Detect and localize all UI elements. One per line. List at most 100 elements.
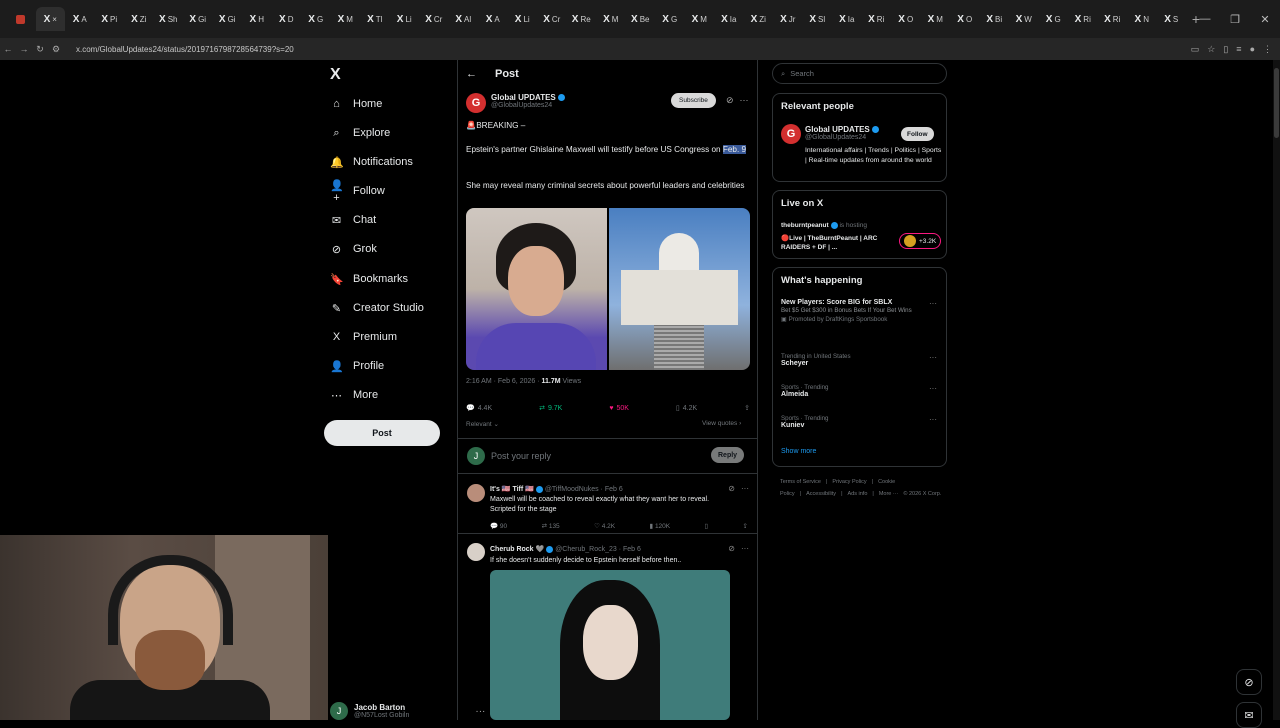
browser-tab[interactable]: XH (242, 7, 272, 31)
browser-tab[interactable]: XG (301, 7, 331, 31)
minimize-button[interactable]: — (1190, 13, 1220, 25)
nav-item-chat[interactable]: ✉ Chat (330, 209, 376, 231)
browser-tab[interactable]: XS (1157, 7, 1187, 31)
person-avatar[interactable]: G (781, 124, 801, 144)
browser-tab[interactable]: X Ri (1098, 7, 1128, 31)
repost-action[interactable]: ⇄ 9.7K (539, 404, 562, 413)
browser-tab[interactable]: XA (478, 7, 508, 31)
post-button[interactable]: Post (324, 420, 440, 446)
browser-tab[interactable]: XD (272, 7, 302, 31)
comment-media[interactable] (490, 570, 730, 720)
browser-tab[interactable]: X Tl (360, 7, 390, 31)
grok-icon[interactable]: ⊘ (728, 544, 735, 553)
nav-item-bookmarks[interactable]: 🔖 Bookmarks (330, 268, 408, 290)
nav-item-creator-studio[interactable]: ✎ Creator Studio (330, 297, 424, 319)
share-icon[interactable]: ⇪ (744, 404, 750, 412)
browser-tab[interactable]: X Gi (213, 7, 243, 31)
browser-tab[interactable]: X Ia (832, 7, 862, 31)
subscribe-button[interactable]: Subscribe (671, 93, 716, 108)
site-info-icon[interactable]: ⚙ (48, 44, 64, 55)
nav-item-premium[interactable]: X Premium (330, 326, 397, 348)
share-icon[interactable]: ⇪ (743, 522, 748, 530)
browser-tab[interactable]: XM (596, 7, 626, 31)
live-title[interactable]: 🔴Live | TheBurntPeanut | ARC RAIDERS + D… (781, 234, 891, 252)
capitol-photo[interactable] (609, 208, 750, 370)
sort-replies[interactable]: Relevant ⌄ (466, 420, 499, 428)
more-icon[interactable]: ··· (929, 384, 937, 393)
browser-tab[interactable]: XM (331, 7, 361, 31)
back-arrow-icon[interactable]: ← (466, 68, 477, 80)
grok-icon[interactable]: ⊘ (1236, 669, 1262, 695)
more-icon[interactable]: ··· (929, 299, 937, 308)
nav-item-profile[interactable]: 👤 Profile (330, 355, 384, 377)
browser-tab[interactable]: X Jr (773, 7, 803, 31)
browser-tab[interactable]: X Be (626, 7, 656, 31)
nav-item-explore[interactable]: ⌕ Explore (330, 122, 390, 144)
nav-item-notifications[interactable]: 🔔 Notifications (330, 151, 413, 173)
comment[interactable]: It's 🇺🇸 Tiff 🇺🇸 @TiffMoodNukes · Feb 6 ⊘… (458, 474, 757, 534)
nav-item-follow[interactable]: 👤+ Follow (330, 180, 385, 204)
tweet-author[interactable]: G Global UPDATES @GlobalUpdates24 (466, 93, 565, 113)
reload-icon[interactable]: ↻ (32, 44, 48, 55)
footer-link[interactable]: Accessibility (806, 491, 836, 497)
person-name[interactable]: Global UPDATES (805, 125, 870, 134)
profile-icon[interactable]: ● (1250, 44, 1255, 55)
grok-icon[interactable]: ⊘ (726, 95, 734, 106)
like-action[interactable]: ♥ 50K (609, 404, 629, 412)
bookmark-icon[interactable]: ▯ (705, 522, 709, 530)
maximize-button[interactable]: ❐ (1220, 13, 1250, 26)
show-more-link[interactable]: Show more (781, 448, 816, 455)
live-listeners[interactable]: +3.2K (899, 233, 942, 249)
reply-input[interactable]: Post your reply (491, 451, 551, 461)
footer-link[interactable]: Terms of Service (780, 479, 821, 485)
browser-tab[interactable]: XG (1039, 7, 1069, 31)
footer-link[interactable]: © 2026 X Corp. (903, 491, 941, 497)
browser-tab[interactable]: XA (65, 7, 95, 31)
browser-tab[interactable]: XN (1127, 7, 1157, 31)
browser-tab[interactable]: X Li (390, 7, 420, 31)
search-input[interactable]: ⌕ Search (772, 63, 947, 84)
browser-tab[interactable]: X Ri (862, 7, 892, 31)
browser-tab[interactable]: X Sh (154, 7, 184, 31)
browser-tab[interactable]: XG (655, 7, 685, 31)
comment-avatar[interactable] (467, 484, 485, 502)
view-quotes-link[interactable]: View quotes › (702, 420, 741, 427)
browser-tab[interactable]: X Ri (1068, 7, 1098, 31)
messages-icon[interactable]: ✉ (1236, 702, 1262, 728)
browser-tab[interactable]: XM (685, 7, 715, 31)
trend-item[interactable]: Sports · Trending Kuniev ··· (781, 415, 941, 429)
browser-tab-active[interactable]: X × (35, 7, 65, 31)
browser-tab[interactable]: X Al (449, 7, 479, 31)
x-logo[interactable]: X (330, 66, 341, 84)
browser-tab[interactable]: X Zi (124, 7, 154, 31)
views-action[interactable]: ▮ 120K (650, 522, 671, 530)
comment-avatar[interactable] (467, 543, 485, 561)
browser-tab[interactable] (6, 7, 36, 31)
nav-item-home[interactable]: ⌂ Home (330, 93, 382, 115)
footer-link[interactable]: More ··· (879, 491, 899, 497)
tweet-media[interactable] (466, 208, 750, 370)
trend-item[interactable]: New Players: Score BIG for SBLX Bet $5 G… (781, 299, 941, 323)
browser-tab[interactable]: XM (921, 7, 951, 31)
footer-link[interactable]: Privacy Policy (832, 479, 866, 485)
reply-button[interactable]: Reply (711, 447, 745, 463)
reply-action[interactable]: 💬 90 (490, 522, 507, 530)
browser-tab[interactable]: X Pi (95, 7, 125, 31)
bookmark-action[interactable]: ▯ 4.2K (676, 404, 697, 413)
like-action[interactable]: ♡ 4.2K (594, 522, 615, 530)
sidepanel-icon[interactable]: ▯ (1223, 44, 1228, 55)
nav-item-more[interactable]: ⋯ More (330, 384, 378, 406)
url-field[interactable]: x.com/GlobalUpdates24/status/20197167987… (76, 45, 294, 54)
grok-icon[interactable]: ⊘ (728, 484, 735, 493)
browser-tab[interactable]: XO (950, 7, 980, 31)
browser-tab[interactable]: X Sl (803, 7, 833, 31)
footer-link[interactable]: Ads info (848, 491, 868, 497)
more-icon[interactable]: ··· (741, 544, 749, 553)
back-icon[interactable]: ← (0, 44, 16, 54)
browser-tab[interactable]: X Ia (714, 7, 744, 31)
browser-tab[interactable]: X Bi (980, 7, 1010, 31)
more-icon[interactable]: ··· (741, 484, 749, 493)
star-icon[interactable]: ☆ (1207, 44, 1215, 55)
reply-action[interactable]: 💬 4.4K (466, 404, 492, 413)
browser-tab[interactable]: X Zi (744, 7, 774, 31)
